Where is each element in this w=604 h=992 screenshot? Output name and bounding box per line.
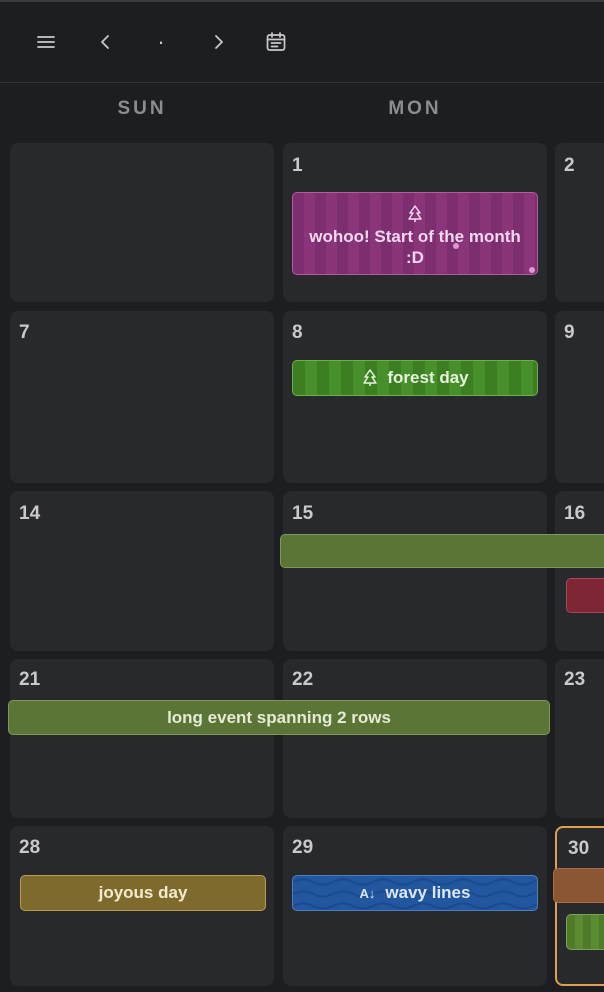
- day-number: 15: [292, 503, 314, 524]
- sparkle-dot: [529, 267, 535, 273]
- day-cell-9[interactable]: 9: [555, 311, 604, 483]
- day-cell-21[interactable]: 21: [10, 659, 274, 818]
- tree-icon: [363, 369, 378, 386]
- day-number: 21: [19, 669, 41, 690]
- previous-month-button[interactable]: [90, 27, 120, 57]
- day-number: 16: [564, 503, 586, 524]
- day-cell-2[interactable]: 2: [555, 143, 604, 302]
- event-label: forest day: [387, 368, 469, 387]
- day-number: 1: [292, 155, 303, 176]
- event-brown-truncated[interactable]: [553, 868, 604, 903]
- menu-button[interactable]: [31, 27, 61, 57]
- event-wohoo[interactable]: wohoo! Start of the month :D: [292, 192, 538, 275]
- day-cell-22[interactable]: 22: [283, 659, 547, 818]
- day-number: 23: [564, 669, 586, 690]
- chevron-right-icon: [215, 35, 223, 49]
- event-label: wohoo! Start of the month :D: [309, 226, 521, 267]
- day-number: 22: [292, 669, 314, 690]
- sparkle-dot: [453, 243, 459, 249]
- day-number: 29: [292, 837, 314, 858]
- calendar-icon: [266, 32, 286, 51]
- calendar-toolbar: ·: [0, 2, 604, 83]
- hamburger-icon: [37, 36, 55, 48]
- event-label: wavy lines: [385, 883, 471, 902]
- event-wavy-lines[interactable]: A↓ wavy lines: [292, 875, 538, 911]
- calendar-view-button[interactable]: [261, 27, 291, 57]
- event-olive-continuing[interactable]: [280, 534, 604, 568]
- day-number: 9: [564, 322, 575, 343]
- day-cell-30-today[interactable]: 30: [555, 826, 604, 986]
- weekday-mon: MON: [388, 98, 442, 119]
- day-cell-8[interactable]: 8: [283, 311, 547, 483]
- day-cell-23[interactable]: 23: [555, 659, 604, 818]
- next-month-button[interactable]: [204, 27, 234, 57]
- day-number: 2: [564, 155, 575, 176]
- day-number: 8: [292, 322, 303, 343]
- weekday-sun: SUN: [117, 98, 167, 119]
- event-green-truncated[interactable]: [566, 914, 604, 950]
- sort-az-icon: A↓: [359, 885, 376, 901]
- event-forest-day[interactable]: forest day: [292, 360, 538, 396]
- event-joyous-day[interactable]: joyous day: [20, 875, 266, 911]
- event-red-truncated[interactable]: [566, 578, 604, 613]
- chevron-left-icon: [101, 35, 109, 49]
- day-cell-15[interactable]: 15: [283, 491, 547, 651]
- tree-icon: [408, 204, 422, 222]
- today-dot: ·: [157, 29, 165, 54]
- day-number: 28: [19, 837, 41, 858]
- day-cell-empty: [10, 143, 274, 302]
- day-cell-14[interactable]: 14: [10, 491, 274, 651]
- day-number: 14: [19, 503, 41, 524]
- day-cell-16[interactable]: 16: [555, 491, 604, 651]
- event-label: joyous day: [98, 883, 188, 902]
- day-number: 7: [19, 322, 30, 343]
- day-cell-7[interactable]: 7: [10, 311, 274, 483]
- today-button[interactable]: ·: [146, 27, 176, 57]
- event-long-spanning[interactable]: long event spanning 2 rows: [8, 700, 550, 735]
- day-number: 30: [568, 838, 590, 859]
- event-label: long event spanning 2 rows: [167, 707, 391, 727]
